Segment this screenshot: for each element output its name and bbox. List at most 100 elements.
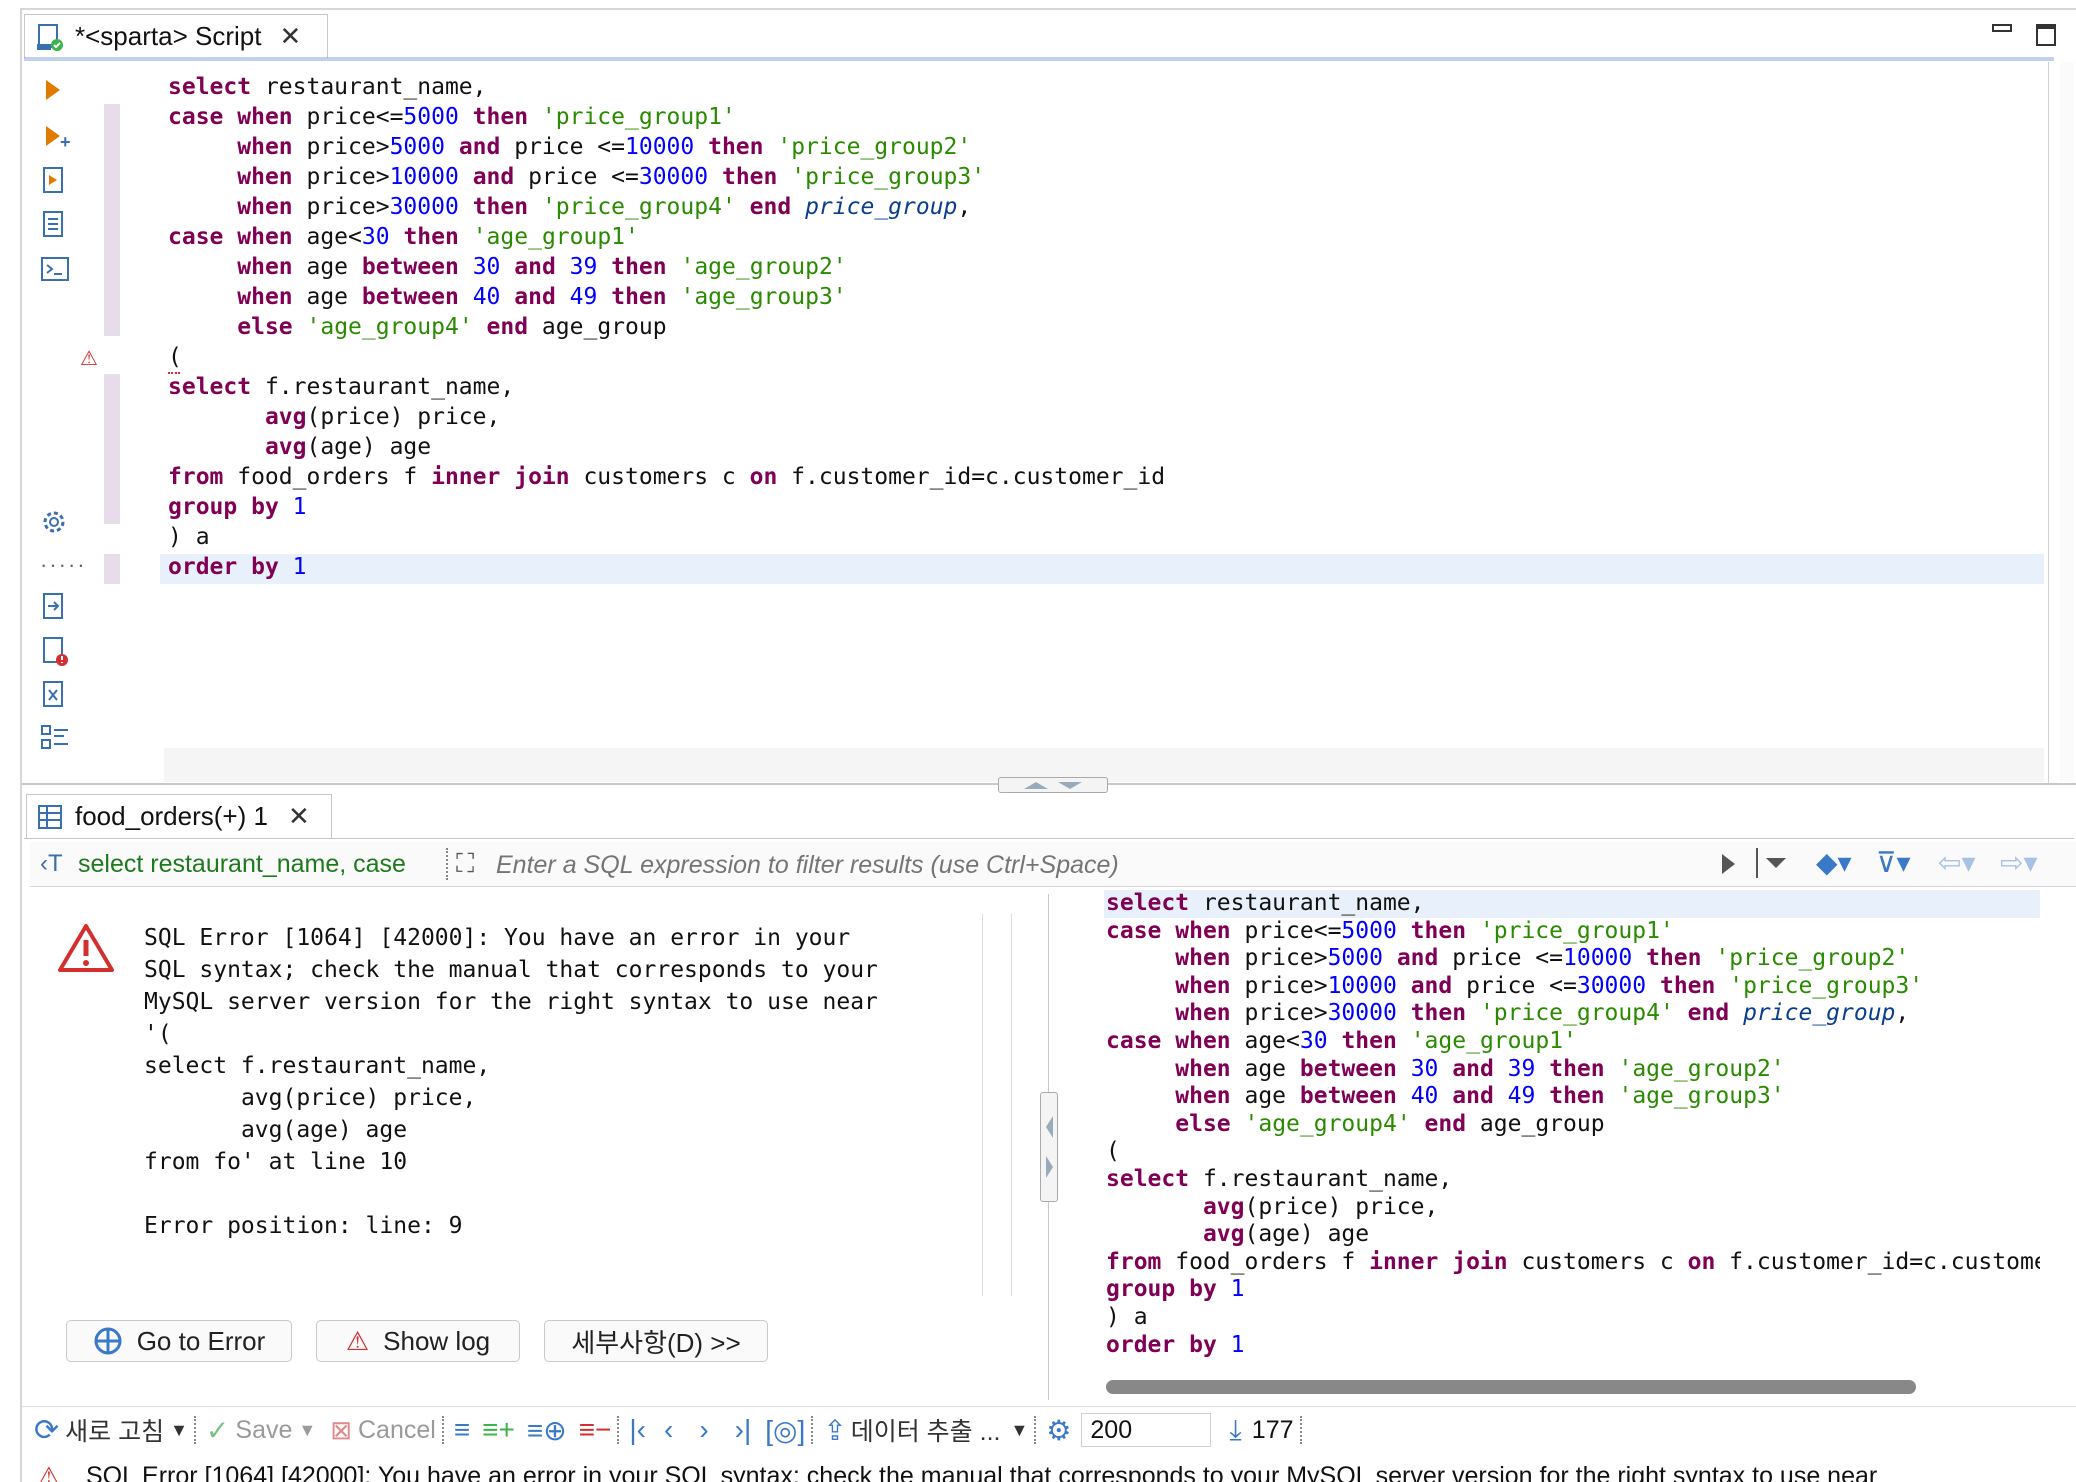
forward-icon[interactable]: ⇨▾ <box>2000 846 2038 879</box>
editor-token: join <box>514 464 570 490</box>
preview-line: when age between 30 and 39 then 'age_gro… <box>1106 1056 2040 1084</box>
preview-token <box>1328 1028 1342 1054</box>
editor-token <box>694 134 708 160</box>
editor-token: f.restaurant_name, <box>251 374 515 400</box>
dropdown-arrow-icon[interactable]: ▼ <box>1010 1420 1028 1441</box>
query-type-icon: ‹T <box>40 850 63 877</box>
editor-line: case when age<30 then 'age_group1' <box>168 222 1165 252</box>
refresh-button[interactable]: 새로 고침 <box>65 1412 164 1448</box>
export-icon[interactable] <box>40 592 68 622</box>
editor-tab[interactable]: *<sparta> Script ✕ <box>24 14 328 58</box>
editor-line: group by 1 <box>168 492 1165 522</box>
export-data-icon[interactable]: ⇪ <box>823 1414 846 1447</box>
fetch-all-icon[interactable]: [◎] <box>765 1414 805 1447</box>
explain-plan-icon[interactable] <box>40 210 68 240</box>
top-border <box>20 8 2076 10</box>
editor-token: 10000 <box>625 134 695 160</box>
editor-token: price <= <box>514 164 639 190</box>
save-icon[interactable]: ✓ <box>206 1414 229 1447</box>
editor-token: when <box>237 254 293 280</box>
details-button[interactable]: 세부사항(D) >> <box>544 1320 768 1362</box>
panel-divider-handle[interactable] <box>1040 1092 1058 1202</box>
last-page-icon[interactable]: ›| <box>735 1414 752 1446</box>
editor-token: on <box>749 464 778 490</box>
preview-token <box>1397 1056 1411 1082</box>
editor-token <box>736 194 750 220</box>
sql-editor[interactable]: select restaurant_name, case when price<=… <box>168 72 1165 582</box>
editor-token <box>459 224 473 250</box>
editor-token <box>237 554 251 580</box>
preview-token: on <box>1687 1248 1716 1275</box>
editor-token: age_group <box>528 314 667 340</box>
preview-token: and <box>1396 945 1439 972</box>
close-icon[interactable]: ✕ <box>279 21 301 52</box>
query-label[interactable]: select restaurant_name, case <box>78 850 406 879</box>
preview-token: end <box>1424 1110 1467 1137</box>
expand-icon[interactable]: ⛶ <box>456 848 474 880</box>
preview-token <box>1106 1056 1175 1082</box>
editor-token: 'price_group1' <box>541 104 736 130</box>
preview-line: when price>10000 and price <=30000 then … <box>1106 973 2040 1001</box>
filter-history-icon[interactable] <box>1756 848 1794 878</box>
preview-token: case <box>1106 917 1162 944</box>
execute-script-icon[interactable] <box>40 166 68 196</box>
editor-token: age <box>292 254 362 280</box>
dropdown-arrow-icon[interactable]: ▼ <box>170 1420 188 1441</box>
back-icon[interactable]: ⇦▾ <box>1938 846 1976 879</box>
copy-row-icon[interactable]: ≡⊕ <box>527 1414 567 1447</box>
gear-icon[interactable] <box>38 506 70 538</box>
error-message: SQL Error [1064] [42000]: You have an er… <box>144 925 878 1239</box>
cancel-button[interactable]: Cancel <box>358 1416 436 1445</box>
go-to-error-button[interactable]: Go to Error <box>66 1320 292 1362</box>
execute-in-new-tab-icon[interactable]: + <box>46 126 71 152</box>
results-toolbar: ⟳ 새로 고침 ▼ ✓ Save ▼ ⊠ Cancel ≡ ≡+ ≡⊕ ≡− |… <box>34 1410 1312 1450</box>
preview-token: 30000 <box>1327 1000 1397 1027</box>
preview-token <box>1715 973 1729 999</box>
problems-icon[interactable] <box>40 636 70 668</box>
minimize-icon[interactable] <box>1992 24 2012 32</box>
filter-icon[interactable]: ⊽▾ <box>1876 846 1911 879</box>
dropdown-arrow-icon[interactable]: ▼ <box>298 1420 316 1441</box>
refresh-icon[interactable]: ⟳ <box>34 1413 59 1448</box>
edit-row-icon[interactable]: ≡ <box>454 1414 470 1446</box>
preview-token: 1 <box>1230 1276 1245 1303</box>
add-row-icon[interactable]: ≡+ <box>482 1414 515 1446</box>
editor-token <box>223 224 237 250</box>
settings-gear-icon[interactable]: ⚙ <box>1046 1414 1071 1447</box>
preview-token: join <box>1452 1248 1508 1275</box>
horizontal-scrollbar[interactable] <box>1106 1380 1916 1394</box>
vertical-scrollbar-track[interactable] <box>2060 62 2074 782</box>
editor-token: then <box>472 104 529 130</box>
previous-page-icon[interactable]: ‹ <box>664 1414 673 1446</box>
eraser-icon[interactable]: ◆▾ <box>1816 846 1852 879</box>
results-tab[interactable]: food_orders(+) 1 ✕ <box>26 794 332 838</box>
terminal-icon[interactable] <box>40 256 70 282</box>
maximize-icon[interactable] <box>2036 24 2056 46</box>
editor-line: from food_orders f inner join customers … <box>168 462 1165 492</box>
variables-icon[interactable] <box>40 680 68 710</box>
cancel-icon[interactable]: ⊠ <box>330 1415 352 1446</box>
table-icon <box>38 804 62 829</box>
editor-token <box>168 194 237 220</box>
row-count-icon[interactable]: ⤓ <box>1229 1414 1241 1447</box>
preview-token <box>1397 1083 1411 1109</box>
show-log-button[interactable]: ⚠ Show log <box>316 1320 520 1362</box>
fetch-size-input[interactable] <box>1081 1413 1212 1447</box>
outline-icon[interactable] <box>40 724 70 752</box>
splitter-handle[interactable] <box>998 777 1108 793</box>
preview-token <box>1397 1028 1411 1054</box>
close-icon[interactable]: ✕ <box>288 801 310 832</box>
delete-row-icon[interactable]: ≡− <box>579 1414 612 1446</box>
first-page-icon[interactable]: |‹ <box>629 1414 646 1446</box>
save-button[interactable]: Save <box>235 1416 292 1445</box>
execute-statement-icon[interactable] <box>46 80 60 100</box>
preview-line: avg(price) price, <box>1106 1194 2040 1222</box>
preview-line: case when age<30 then 'age_group1' <box>1106 1028 2040 1056</box>
apply-filter-icon[interactable] <box>1722 854 1735 874</box>
filter-input[interactable] <box>494 846 1698 884</box>
editor-token <box>223 104 237 130</box>
export-data-button[interactable]: 데이터 추출 ... <box>851 1412 1001 1448</box>
editor-token: 10000 <box>389 164 459 190</box>
more-icon[interactable]: ····· <box>40 552 87 578</box>
next-page-icon[interactable]: › <box>699 1414 708 1446</box>
